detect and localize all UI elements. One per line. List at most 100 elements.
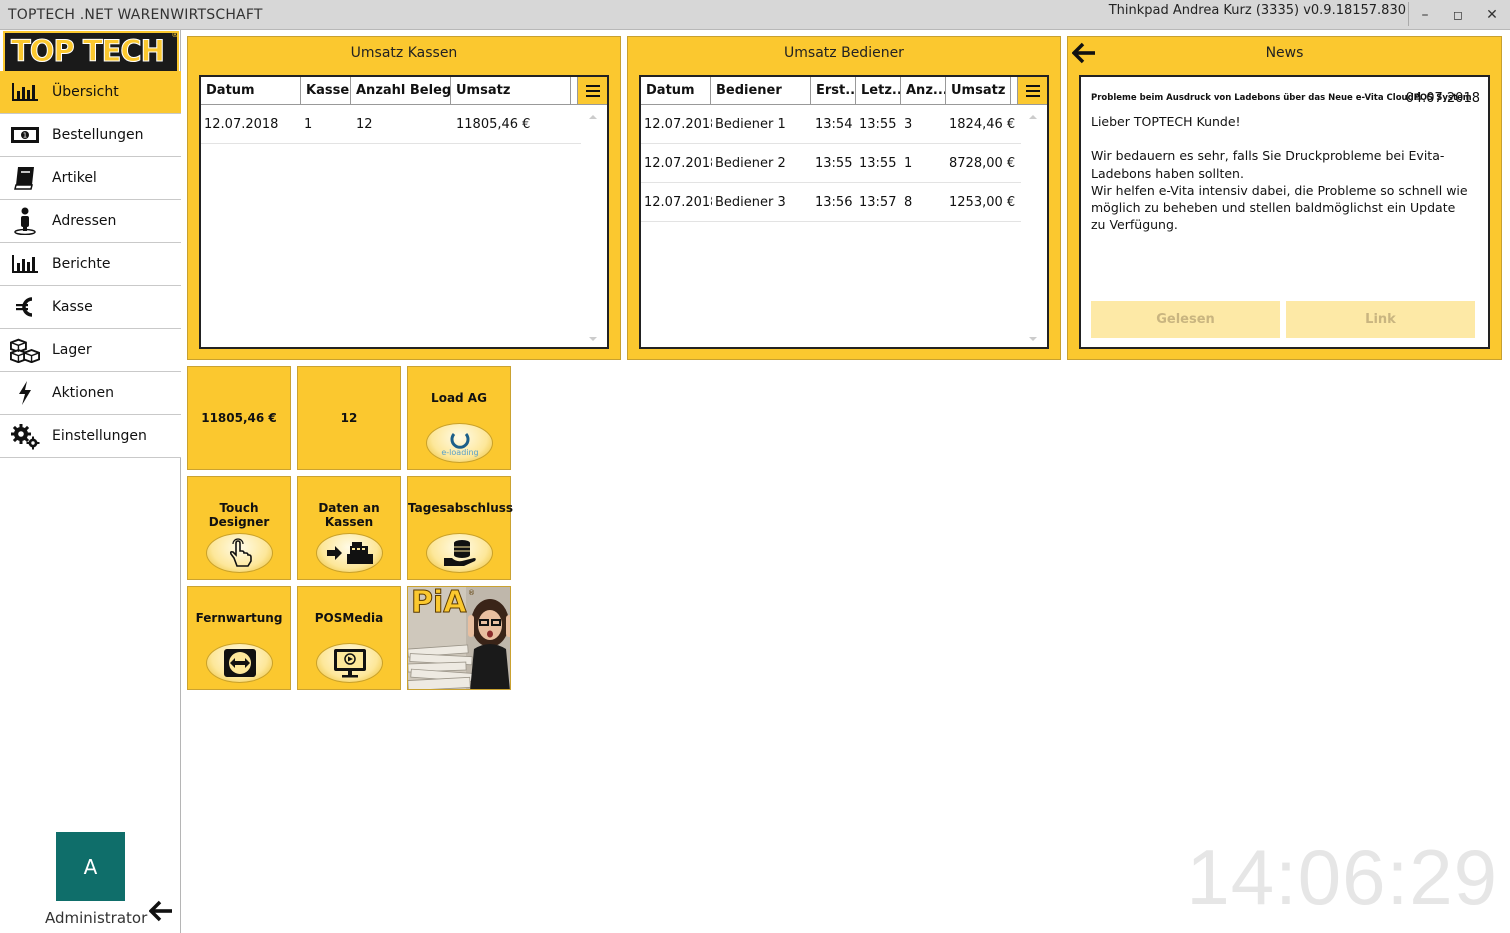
table-row[interactable]: 12.07.2018 Bediener 1 13:54 13:55 3 1824… bbox=[641, 105, 1021, 144]
kassen-grid: Datum Kasse Anzahl Belege Umsatz 12.07.2… bbox=[199, 75, 609, 349]
sidebar-item-bestellungen[interactable]: 1 Bestellungen bbox=[0, 114, 181, 157]
tile-tagesabschluss[interactable]: Tagesabschluss bbox=[407, 476, 513, 580]
hand-pointer-icon bbox=[206, 533, 273, 573]
column-header-datum[interactable]: Datum bbox=[201, 77, 301, 104]
cell-umsatz: 1253,00 € bbox=[949, 194, 1016, 210]
news-greeting: Lieber TOPTECH Kunde! bbox=[1091, 114, 1241, 129]
table-row[interactable]: 12.07.2018 Bediener 3 13:56 13:57 8 1253… bbox=[641, 183, 1021, 222]
link-button[interactable]: Link bbox=[1286, 301, 1475, 338]
tile-belege-count[interactable]: 12 bbox=[297, 366, 401, 470]
column-header-umsatz[interactable]: Umsatz bbox=[451, 77, 571, 104]
sidebar: TOP TECH ® Übersicht 1 Bestellungen Arti… bbox=[0, 30, 181, 933]
cell-datum: 12.07.2018 bbox=[204, 116, 279, 132]
cell-kasse: 1 bbox=[304, 116, 313, 132]
cell-letz: 13:55 bbox=[859, 116, 897, 132]
column-header-bediener[interactable]: Bediener bbox=[711, 77, 811, 104]
table-row[interactable]: 12.07.2018 Bediener 2 13:55 13:55 1 8728… bbox=[641, 144, 1021, 183]
column-header-datum[interactable]: Datum bbox=[641, 77, 711, 104]
cell-letz: 13:57 bbox=[859, 194, 897, 210]
sidebar-item-label: Adressen bbox=[52, 213, 117, 229]
sidebar-item-kasse[interactable]: Kasse bbox=[0, 286, 181, 329]
eloading-logo-icon: e-loading bbox=[426, 423, 493, 463]
column-header-anzahl-belege[interactable]: Anzahl Belege bbox=[351, 77, 451, 104]
cell-anzahl-belege: 12 bbox=[356, 116, 373, 132]
logo-tech: TECH bbox=[82, 34, 165, 69]
tile-umsatz-total[interactable]: 11805,46 € bbox=[187, 366, 291, 470]
user-avatar[interactable]: A bbox=[56, 832, 125, 901]
scroll-down-arrow[interactable] bbox=[1029, 337, 1037, 341]
column-header-kasse[interactable]: Kasse bbox=[301, 77, 351, 104]
sidebar-item-lager[interactable]: Lager bbox=[0, 329, 181, 372]
tile-posmedia[interactable]: POSMedia bbox=[297, 586, 401, 690]
news-body: Lieber TOPTECH Kunde! Wir bedauern es se… bbox=[1091, 113, 1471, 234]
sidebar-item-aktionen[interactable]: Aktionen bbox=[0, 372, 181, 415]
column-header-letz[interactable]: Letz... bbox=[856, 77, 901, 104]
umsatz-kassen-panel: Umsatz Kassen Datum Kasse Anzahl Belege … bbox=[187, 36, 621, 360]
tile-touch-designer[interactable]: Touch Designer bbox=[187, 476, 291, 580]
tile-load-ag[interactable]: Load AG e-loading bbox=[407, 366, 511, 470]
cell-datum: 12.07.2018 bbox=[644, 116, 712, 132]
coins-hand-icon bbox=[426, 533, 493, 573]
sidebar-item-label: Lager bbox=[52, 342, 92, 358]
user-info: Thinkpad Andrea Kurz (3335) v0.9.18157.8… bbox=[1108, 3, 1406, 18]
minimize-button[interactable]: – bbox=[1410, 3, 1440, 27]
title-bar: TOPTECH .NET WARENWIRTSCHAFT Thinkpad An… bbox=[0, 0, 1510, 30]
gears-icon bbox=[10, 421, 40, 451]
sidebar-item-uebersicht[interactable]: Übersicht bbox=[0, 71, 181, 114]
tile-label: Load AG bbox=[431, 391, 487, 405]
hamburger-menu-icon[interactable] bbox=[1017, 77, 1047, 104]
umsatz-bediener-panel: Umsatz Bediener Datum Bediener Erst... L… bbox=[627, 36, 1061, 360]
sidebar-item-artikel[interactable]: Artikel bbox=[0, 157, 181, 200]
tile-pia[interactable]: PiA ® bbox=[407, 586, 511, 690]
cash-register-icon bbox=[316, 533, 383, 573]
bar-chart-icon bbox=[10, 77, 40, 107]
sidebar-item-einstellungen[interactable]: Einstellungen bbox=[0, 415, 181, 458]
maximize-button[interactable]: ◻ bbox=[1443, 3, 1473, 27]
column-header-erst[interactable]: Erst... bbox=[811, 77, 856, 104]
sidebar-item-label: Einstellungen bbox=[52, 428, 147, 444]
sidebar-item-adressen[interactable]: Adressen bbox=[0, 200, 181, 243]
cell-erst: 13:54 bbox=[815, 116, 853, 132]
cell-erst: 13:56 bbox=[815, 194, 853, 210]
cell-umsatz: 11805,46 € bbox=[456, 116, 531, 132]
app-title: TOPTECH .NET WARENWIRTSCHAFT bbox=[8, 7, 263, 23]
back-arrow-icon[interactable] bbox=[148, 900, 173, 922]
close-button[interactable]: ✕ bbox=[1477, 3, 1507, 27]
column-header-anz[interactable]: Anz... bbox=[901, 77, 946, 104]
person-icon bbox=[10, 206, 40, 236]
cell-bediener: Bediener 3 bbox=[715, 194, 786, 210]
eloading-text: e-loading bbox=[441, 448, 478, 457]
tile-label: Touch Designer bbox=[208, 501, 270, 529]
clock: 14:06:29 bbox=[1186, 833, 1498, 921]
cell-anz: 3 bbox=[904, 116, 913, 132]
scroll-down-arrow[interactable] bbox=[589, 337, 597, 341]
svg-text:1: 1 bbox=[23, 132, 27, 140]
sidebar-item-label: Bestellungen bbox=[52, 127, 144, 143]
scroll-up-arrow[interactable] bbox=[1029, 115, 1037, 119]
cell-anz: 1 bbox=[904, 155, 913, 171]
scroll-up-arrow[interactable] bbox=[589, 115, 597, 119]
lightning-icon bbox=[10, 378, 40, 408]
panel-title: Umsatz Bediener bbox=[784, 45, 904, 61]
sidebar-item-label: Übersicht bbox=[52, 84, 119, 100]
euro-icon bbox=[10, 292, 40, 322]
tile-label: Fernwartung bbox=[195, 611, 283, 625]
logo-registered: ® bbox=[171, 30, 179, 39]
tile-fernwartung[interactable]: Fernwartung bbox=[187, 586, 291, 690]
cell-anz: 8 bbox=[904, 194, 913, 210]
sidebar-item-berichte[interactable]: Berichte bbox=[0, 243, 181, 286]
column-header-umsatz[interactable]: Umsatz bbox=[946, 77, 1011, 104]
gelesen-button[interactable]: Gelesen bbox=[1091, 301, 1280, 338]
pia-registered: ® bbox=[468, 589, 475, 597]
tile-daten-an-kassen[interactable]: Daten an Kassen bbox=[297, 476, 401, 580]
logo-top: TOP bbox=[11, 34, 76, 69]
monitor-play-icon bbox=[316, 643, 383, 683]
teamviewer-icon bbox=[206, 643, 273, 683]
hamburger-menu-icon[interactable] bbox=[577, 77, 607, 104]
table-row[interactable]: 12.07.2018 1 12 11805,46 € bbox=[201, 105, 581, 144]
tile-label: POSMedia bbox=[314, 611, 384, 625]
cell-bediener: Bediener 2 bbox=[715, 155, 786, 171]
title-separator bbox=[1408, 2, 1409, 26]
panel-title: News bbox=[1265, 45, 1304, 61]
cell-letz: 13:55 bbox=[859, 155, 897, 171]
